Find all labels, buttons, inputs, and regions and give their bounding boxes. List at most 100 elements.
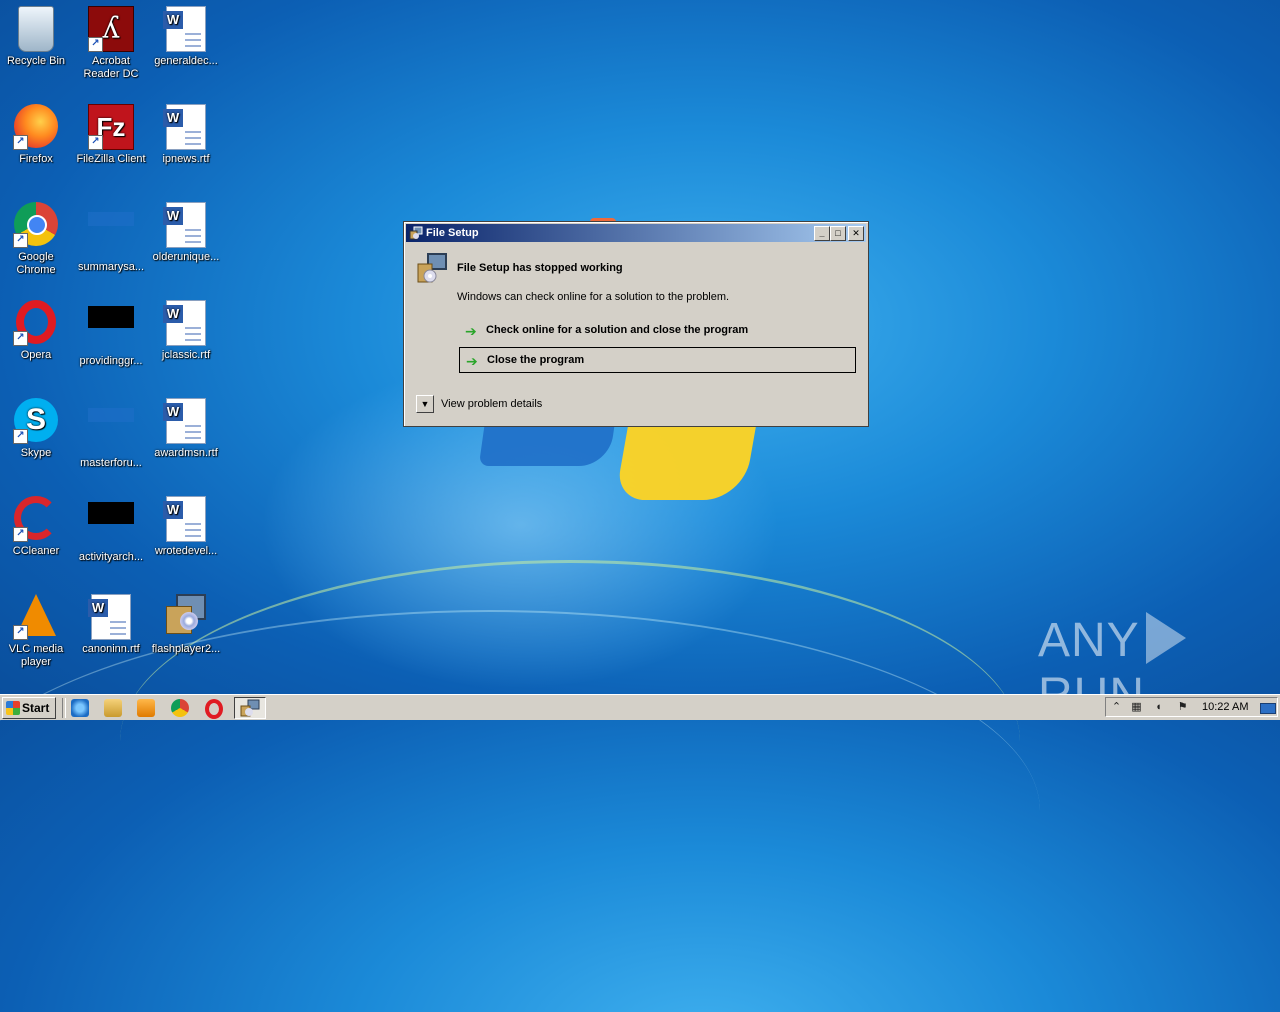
taskbar: Start ⌃ ▦ ◖ ⚑ 10:22 AM <box>0 694 1280 720</box>
error-dialog: File Setup _ □ ✕ File Setup has stopped … <box>403 221 869 427</box>
shortcut-arrow-icon: ↗ <box>13 429 28 444</box>
taskbar-file-setup-button[interactable] <box>234 697 266 719</box>
windows-flag-icon <box>6 701 20 715</box>
blank-file-icon <box>88 408 134 422</box>
desktop-icon-olderunique[interactable]: W olderunique... <box>148 196 224 264</box>
desktop-icon-label: Google Chrome <box>16 251 56 276</box>
view-problem-details-link[interactable]: View problem details <box>441 398 542 410</box>
black-file-icon <box>88 306 134 328</box>
desktop-icon-label: Opera <box>20 349 52 361</box>
recycle-bin-icon <box>18 6 54 52</box>
volume-icon[interactable]: ◖ <box>1152 701 1165 714</box>
chrome-taskbar-icon[interactable] <box>171 699 189 717</box>
check-online-option[interactable]: ➔ Check online for a solution and close … <box>459 318 856 344</box>
green-arrow-icon: ➔ <box>466 353 478 369</box>
desktop-icon-providinggr[interactable]: providinggr... <box>73 294 149 368</box>
word-document-icon: W <box>163 496 206 542</box>
desktop-icon-label: masterforu... <box>80 457 142 469</box>
desktop-icon-jclassic[interactable]: W jclassic.rtf <box>148 294 224 362</box>
dialog-titlebar[interactable]: File Setup _ □ ✕ <box>406 224 866 242</box>
desktop-icon-label: FileZilla Client <box>76 153 146 165</box>
close-program-option[interactable]: ➔ Close the program <box>459 347 856 373</box>
setup-app-icon <box>409 226 423 240</box>
show-hidden-icons-button[interactable]: ⌃ <box>1110 701 1123 714</box>
desktop-icon-opera[interactable]: ↗ Opera <box>0 294 74 362</box>
minimize-button[interactable]: _ <box>814 226 830 241</box>
close-button[interactable]: ✕ <box>848 226 864 241</box>
desktop-icon-label: Acrobat Reader DC <box>83 55 139 80</box>
action-center-flag-icon[interactable]: ⚑ <box>1176 701 1189 714</box>
blank-file-icon <box>88 212 134 226</box>
desktop-icon-label: wrotedevel... <box>154 545 218 557</box>
desktop-icon-generaldec[interactable]: W generaldec... <box>148 0 224 68</box>
desktop-icon-label: CCleaner <box>12 545 60 557</box>
dialog-title: File Setup <box>426 227 479 239</box>
shortcut-arrow-icon: ↗ <box>13 135 28 150</box>
play-logo-icon <box>1145 612 1186 664</box>
shortcut-arrow-icon: ↗ <box>88 135 103 150</box>
opera-taskbar-icon[interactable] <box>205 699 223 719</box>
shortcut-arrow-icon: ↗ <box>88 37 103 52</box>
watermark-left-text: ANY <box>1038 614 1140 667</box>
word-document-icon: W <box>163 104 206 150</box>
desktop-icon-wrotedevel[interactable]: W wrotedevel... <box>148 490 224 558</box>
desktop-icon-label: olderunique... <box>152 251 220 263</box>
network-icon[interactable]: ▦ <box>1130 701 1143 714</box>
word-document-icon: W <box>163 6 206 52</box>
desktop-icon-firefox[interactable]: ↗ Firefox <box>0 98 74 166</box>
start-button[interactable]: Start <box>2 697 56 719</box>
setup-taskbar-icon <box>240 699 260 717</box>
desktop-icon-vlc-media-player[interactable]: ↗ VLC media player <box>0 588 74 669</box>
desktop-icon-ipnews[interactable]: W ipnews.rtf <box>148 98 224 166</box>
desktop-icon-google-chrome[interactable]: ↗ Google Chrome <box>0 196 74 277</box>
desktop-icon-flashplayer[interactable]: flashplayer2... <box>148 588 224 656</box>
desktop-icon-label: Recycle Bin <box>6 55 66 67</box>
desktop-icon-masterforu[interactable]: masterforu... <box>73 392 149 470</box>
system-tray: ⌃ ▦ ◖ ⚑ 10:22 AM <box>1105 697 1278 717</box>
desktop-icon-label: activityarch... <box>78 551 144 563</box>
taskbar-separator <box>62 698 66 718</box>
shortcut-arrow-icon: ↗ <box>13 233 28 248</box>
desktop-icon-label: jclassic.rtf <box>161 349 211 361</box>
desktop-icon-canoninn[interactable]: W canoninn.rtf <box>73 588 149 656</box>
media-player-icon[interactable] <box>137 699 155 717</box>
desktop-icon-label: canoninn.rtf <box>82 643 140 655</box>
start-label: Start <box>22 701 50 715</box>
shortcut-arrow-icon: ↗ <box>13 527 28 542</box>
desktop-icon-ccleaner[interactable]: ↗ CCleaner <box>0 490 74 558</box>
dialog-heading: File Setup has stopped working <box>457 262 623 274</box>
shortcut-arrow-icon: ↗ <box>13 625 28 640</box>
setup-installer-icon <box>166 594 206 634</box>
shortcut-arrow-icon: ↗ <box>13 331 28 346</box>
setup-program-icon <box>416 252 448 284</box>
word-document-icon: W <box>88 594 131 640</box>
desktop-icon-label: VLC media player <box>8 643 64 668</box>
word-document-icon: W <box>163 398 206 444</box>
file-explorer-icon[interactable] <box>104 699 122 717</box>
desktop-icon-summarysa[interactable]: summarysa... <box>73 196 149 274</box>
black-file-icon <box>88 502 134 524</box>
show-desktop-button[interactable] <box>1260 703 1276 714</box>
internet-explorer-icon[interactable] <box>71 699 89 717</box>
desktop-icon-awardmsn[interactable]: W awardmsn.rtf <box>148 392 224 460</box>
word-document-icon: W <box>163 300 206 346</box>
desktop-icon-label: flashplayer2... <box>151 643 221 655</box>
expand-details-button[interactable]: ▼ <box>416 395 434 413</box>
desktop-icon-label: Firefox <box>19 153 53 165</box>
word-document-icon: W <box>163 202 206 248</box>
close-program-option-label: Close the program <box>487 354 585 366</box>
green-arrow-icon: ➔ <box>465 323 477 339</box>
wallpaper-arc-secondary <box>0 610 1040 1012</box>
desktop-icon-label: Skype <box>20 447 52 459</box>
maximize-button[interactable]: □ <box>830 226 846 241</box>
desktop-icon-label: generaldec... <box>154 55 218 67</box>
desktop-icon-label: providinggr... <box>79 355 143 367</box>
desktop-icon-label: ipnews.rtf <box>162 153 210 165</box>
desktop-icon-acrobat-reader[interactable]: ʎ ↗ Acrobat Reader DC <box>73 0 149 81</box>
clock[interactable]: 10:22 AM <box>1202 701 1248 713</box>
desktop-icon-filezilla[interactable]: Fz ↗ FileZilla Client <box>73 98 149 166</box>
desktop-icon-activityarch[interactable]: activityarch... <box>73 490 149 564</box>
desktop-icon-skype[interactable]: S ↗ Skype <box>0 392 74 460</box>
desktop-icon-recycle-bin[interactable]: Recycle Bin <box>0 0 74 68</box>
check-online-option-label: Check online for a solution and close th… <box>486 324 749 336</box>
